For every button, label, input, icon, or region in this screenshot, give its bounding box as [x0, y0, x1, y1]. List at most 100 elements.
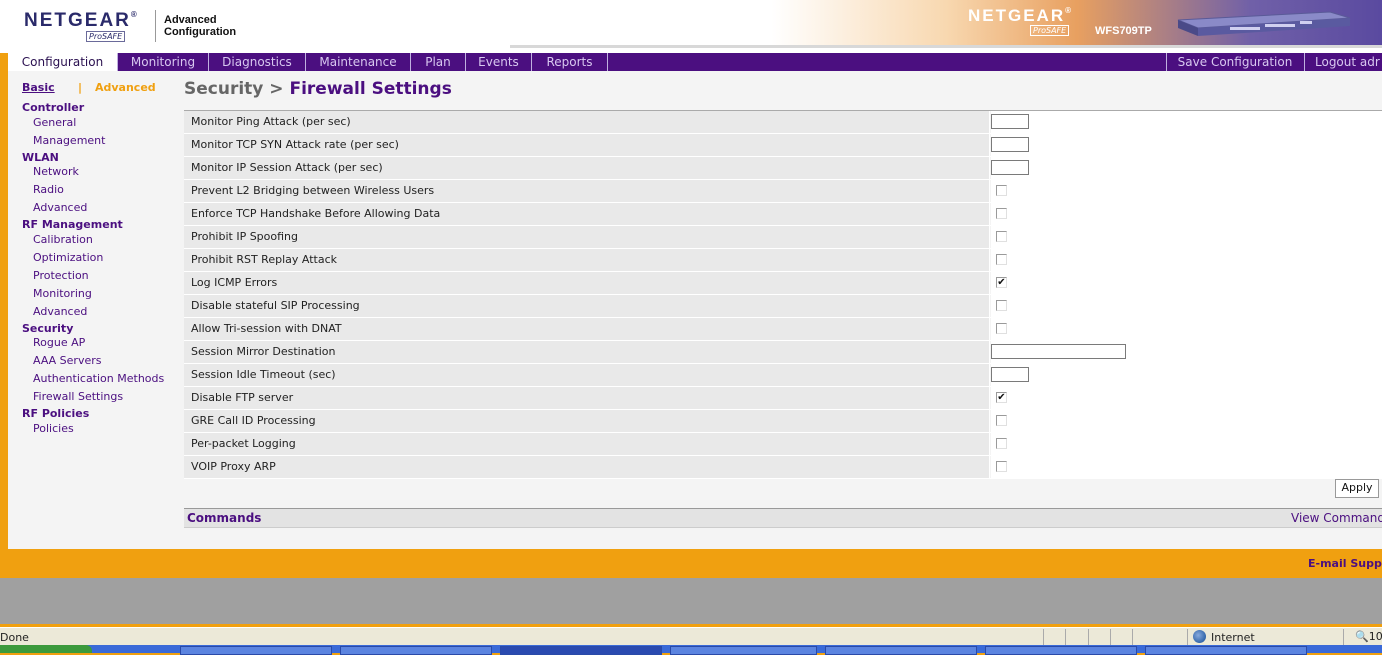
prevent-l2-bridging-checkbox[interactable]: [996, 185, 1007, 196]
email-support-link[interactable]: E-mail Supp: [1308, 557, 1382, 570]
header-divider: [155, 10, 156, 42]
setting-label: Enforce TCP Handshake Before Allowing Da…: [184, 203, 990, 225]
setting-label: Per-packet Logging: [184, 433, 990, 455]
status-separator: [1343, 629, 1344, 645]
taskbar-button[interactable]: [180, 646, 332, 655]
session-mirror-destination-input[interactable]: [991, 344, 1126, 359]
setting-label: Monitor Ping Attack (per sec): [184, 111, 990, 133]
header: NETGEAR® ProSAFE Advanced Configuration …: [0, 0, 1382, 53]
status-separator: [1187, 629, 1188, 645]
setting-row-disable-ftp-server: Disable FTP server ✔: [184, 387, 1382, 410]
view-commands-link[interactable]: View Command: [1291, 511, 1382, 525]
security-zone: Internet: [1193, 630, 1255, 644]
setting-row-log-icmp-errors: Log ICMP Errors ✔: [184, 272, 1382, 295]
logout-link[interactable]: Logout adr: [1304, 53, 1382, 71]
taskbar-button[interactable]: [670, 646, 817, 655]
setting-row-prohibit-rst-replay: Prohibit RST Replay Attack: [184, 249, 1382, 272]
prohibit-ip-spoofing-checkbox[interactable]: [996, 231, 1007, 242]
setting-label: VOIP Proxy ARP: [184, 456, 990, 478]
per-packet-logging-checkbox[interactable]: [996, 438, 1007, 449]
sidebar-item-network[interactable]: Network: [33, 165, 79, 178]
taskbar-button[interactable]: [500, 646, 662, 655]
sidebar-item-general[interactable]: General: [33, 116, 76, 129]
prohibit-rst-replay-checkbox[interactable]: [996, 254, 1007, 265]
log-icmp-errors-checkbox[interactable]: ✔: [996, 277, 1007, 288]
tab-configuration[interactable]: Configuration: [8, 53, 118, 71]
setting-label: Log ICMP Errors: [184, 272, 990, 294]
sidebar-item-monitoring[interactable]: Monitoring: [33, 287, 92, 300]
sidebar-item-policies[interactable]: Policies: [33, 422, 74, 435]
windows-taskbar: [0, 645, 1382, 655]
disable-sip-processing-checkbox[interactable]: [996, 300, 1007, 311]
voip-proxy-arp-checkbox[interactable]: [996, 461, 1007, 472]
sidebar-section-rf-management: RF Management: [22, 218, 123, 231]
page-heading: Firewall Settings: [289, 79, 452, 99]
allow-tri-session-checkbox[interactable]: [996, 323, 1007, 334]
netgear-logo-right: NETGEAR®: [968, 6, 1072, 25]
monitor-ip-session-input[interactable]: [991, 160, 1029, 175]
commands-label: Commands: [187, 511, 262, 525]
taskbar-button[interactable]: [1145, 646, 1307, 655]
taskbar-button[interactable]: [825, 646, 977, 655]
gre-call-id-checkbox[interactable]: [996, 415, 1007, 426]
setting-row-monitor-tcp-syn: Monitor TCP SYN Attack rate (per sec): [184, 134, 1382, 157]
status-separator: [1065, 629, 1066, 645]
globe-icon: [1193, 630, 1206, 643]
disable-ftp-server-checkbox[interactable]: ✔: [996, 392, 1007, 403]
sidebar-item-rf-advanced[interactable]: Advanced: [33, 305, 87, 318]
status-separator: [1132, 629, 1133, 645]
start-button[interactable]: [0, 645, 92, 653]
sidebar-item-calibration[interactable]: Calibration: [33, 233, 93, 246]
setting-label: Disable FTP server: [184, 387, 990, 409]
sidebar-item-aaa-servers[interactable]: AAA Servers: [33, 354, 102, 367]
setting-row-disable-sip-processing: Disable stateful SIP Processing: [184, 295, 1382, 318]
setting-row-voip-proxy-arp: VOIP Proxy ARP: [184, 456, 1382, 479]
save-configuration-link[interactable]: Save Configuration: [1166, 53, 1303, 72]
tab-reports[interactable]: Reports: [532, 53, 608, 71]
zoom-level[interactable]: 🔍10: [1355, 630, 1382, 643]
setting-label: GRE Call ID Processing: [184, 410, 990, 432]
sidebar-item-authentication-methods[interactable]: Authentication Methods: [33, 372, 164, 385]
tab-monitoring[interactable]: Monitoring: [118, 53, 209, 71]
taskbar-button[interactable]: [985, 646, 1137, 655]
apply-button[interactable]: Apply: [1335, 479, 1379, 498]
sidebar-item-management[interactable]: Management: [33, 134, 105, 147]
taskbar-button[interactable]: [340, 646, 492, 655]
sidebar-item-firewall-settings[interactable]: Firewall Settings: [33, 390, 123, 403]
monitor-ping-attack-input[interactable]: [991, 114, 1029, 129]
sidebar-item-wlan-advanced[interactable]: Advanced: [33, 201, 87, 214]
setting-row-session-mirror-destination: Session Mirror Destination: [184, 341, 1382, 364]
magnifier-icon: 🔍: [1355, 630, 1369, 643]
tab-diagnostics[interactable]: Diagnostics: [209, 53, 306, 71]
mode-separator: |: [78, 81, 83, 94]
sidebar-section-rf-policies: RF Policies: [22, 407, 90, 420]
tab-maintenance[interactable]: Maintenance: [306, 53, 411, 71]
setting-row-allow-tri-session: Allow Tri-session with DNAT: [184, 318, 1382, 341]
monitor-tcp-syn-input[interactable]: [991, 137, 1029, 152]
setting-label: Monitor TCP SYN Attack rate (per sec): [184, 134, 990, 156]
status-text: Done: [0, 631, 29, 644]
sidebar-item-optimization[interactable]: Optimization: [33, 251, 103, 264]
prosafe-logo-right: ProSAFE: [1030, 25, 1070, 36]
basic-mode-link[interactable]: Basic: [22, 81, 55, 94]
page-bottom-area: [0, 578, 1382, 624]
advanced-mode-link[interactable]: Advanced: [95, 81, 156, 94]
sidebar-item-protection[interactable]: Protection: [33, 269, 89, 282]
status-separator: [1110, 629, 1111, 645]
sidebar-item-radio[interactable]: Radio: [33, 183, 64, 196]
breadcrumb: Security >: [184, 79, 284, 99]
sidebar-item-rogue-ap[interactable]: Rogue AP: [33, 336, 85, 349]
setting-row-session-idle-timeout: Session Idle Timeout (sec): [184, 364, 1382, 387]
tab-events[interactable]: Events: [466, 53, 532, 71]
tab-plan[interactable]: Plan: [411, 53, 466, 71]
session-idle-timeout-input[interactable]: [991, 367, 1029, 382]
enforce-tcp-handshake-checkbox[interactable]: [996, 208, 1007, 219]
setting-label: Session Idle Timeout (sec): [184, 364, 990, 386]
model-name: WFS709TP: [1095, 25, 1152, 37]
status-separator: [1088, 629, 1089, 645]
switch-device-image: [1177, 11, 1351, 36]
header-rule: [510, 45, 1382, 48]
sidebar: Basic | Advanced Controller General Mana…: [8, 71, 174, 549]
main-content: Security > Firewall Settings Monitor Pin…: [174, 71, 1382, 549]
setting-label: Monitor IP Session Attack (per sec): [184, 157, 990, 179]
